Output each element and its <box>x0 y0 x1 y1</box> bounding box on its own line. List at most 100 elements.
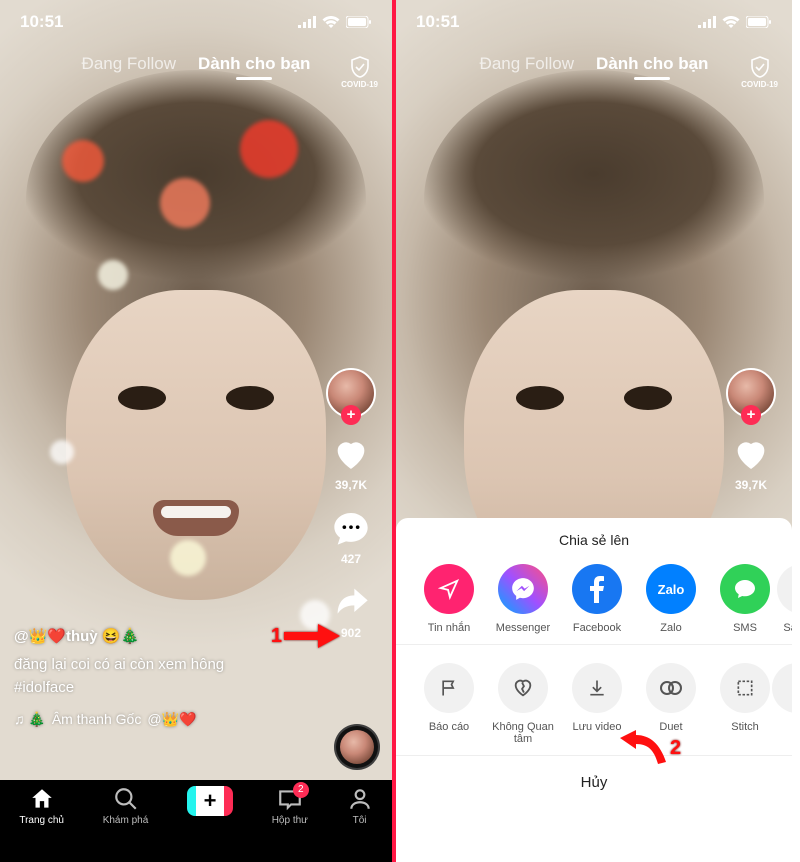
share-dm-label: Tin nhắn <box>428 622 470 634</box>
share-messenger[interactable]: Messenger <box>486 564 560 634</box>
nav-create[interactable]: + <box>187 786 233 816</box>
action-rail: + 39,7K 427 902 <box>320 368 382 640</box>
bottom-nav: Trang chủ Khám phá + 2 Hộp thư Tôi <box>0 780 392 862</box>
video-caption: @👑❤️thuỳ 😆🎄 đăng lại coi có ai còn xem h… <box>14 626 302 731</box>
battery-icon <box>746 16 772 28</box>
download-icon <box>587 678 607 698</box>
sound-author: @👑❤️ <box>147 709 196 730</box>
action-not-interested[interactable]: Không Quan tâm <box>486 663 560 745</box>
like-button[interactable]: 39,7K <box>331 434 371 492</box>
like-count: 39,7K <box>735 478 767 492</box>
cellular-icon <box>298 16 316 28</box>
action-stitch-label: Stitch <box>731 721 759 733</box>
shield-icon <box>750 56 770 78</box>
nav-home-label: Trang chủ <box>19 815 64 826</box>
heart-icon <box>731 434 771 474</box>
share-messenger-label: Messenger <box>496 622 550 634</box>
share-row-actions: Báo cáo Không Quan tâm Lưu video Duet St… <box>396 644 792 755</box>
feed-tabs: Đang Follow Dành cho bạn <box>396 54 792 74</box>
action-save-video-label: Lưu video <box>573 721 622 733</box>
status-indicators <box>298 16 372 28</box>
sound-row[interactable]: ♫ 🎄 Âm thanh Gốc @👑❤️ <box>14 709 302 730</box>
tab-following[interactable]: Đang Follow <box>480 54 575 74</box>
status-time: 10:51 <box>416 12 459 32</box>
inbox-badge: 2 <box>293 782 309 798</box>
covid-badge[interactable]: COVID-19 <box>341 56 378 89</box>
nav-inbox[interactable]: 2 Hộp thư <box>272 786 308 826</box>
screenshot-right: 10:51 Đang Follow Dành cho bạn COVID-19 … <box>396 0 792 862</box>
tab-following[interactable]: Đang Follow <box>82 54 177 74</box>
feed-tabs: Đang Follow Dành cho bạn <box>0 54 392 74</box>
comment-count: 427 <box>341 552 361 566</box>
action-rail: + 39,7K <box>720 368 782 492</box>
status-indicators <box>698 16 772 28</box>
share-zalo[interactable]: Zalo Zalo <box>634 564 708 634</box>
action-stitch[interactable]: Stitch <box>708 663 782 745</box>
heart-icon <box>331 434 371 474</box>
arrow-left-up-icon <box>620 730 668 766</box>
tab-for-you[interactable]: Dành cho bạn <box>596 54 708 74</box>
like-button[interactable]: 39,7K <box>731 434 771 492</box>
nav-inbox-label: Hộp thư <box>272 815 308 826</box>
creator-avatar[interactable]: + <box>726 368 776 418</box>
covid-label: COVID-19 <box>741 80 778 89</box>
flag-icon <box>439 678 459 698</box>
share-sheet-title: Chia sẻ lên <box>396 518 792 558</box>
share-copy[interactable]: Sao Liê <box>782 564 792 634</box>
shield-icon <box>350 56 370 78</box>
share-sheet: Chia sẻ lên Tin nhắn Messenger Facebook … <box>396 518 792 862</box>
send-icon <box>438 578 460 600</box>
share-dm[interactable]: Tin nhắn <box>412 564 486 634</box>
comment-button[interactable]: 427 <box>331 508 371 566</box>
sound-disc[interactable] <box>334 724 380 770</box>
search-icon <box>113 786 139 812</box>
share-copy-label: Sao Liê <box>783 622 792 634</box>
tab-for-you[interactable]: Dành cho bạn <box>198 54 310 74</box>
facebook-icon <box>589 575 605 603</box>
action-report-label: Báo cáo <box>429 721 469 733</box>
share-sms[interactable]: SMS <box>708 564 782 634</box>
action-not-interested-label: Không Quan tâm <box>486 721 560 745</box>
status-time: 10:51 <box>20 12 63 32</box>
action-more[interactable]: R <box>782 663 792 745</box>
comment-icon <box>331 508 371 548</box>
music-note-icon: ♫ 🎄 <box>14 709 46 730</box>
annotation-step-2: 2 <box>620 730 681 766</box>
share-icon <box>331 582 371 622</box>
stitch-icon <box>735 678 755 698</box>
share-facebook[interactable]: Facebook <box>560 564 634 634</box>
like-count: 39,7K <box>335 478 367 492</box>
username[interactable]: @👑❤️thuỳ 😆🎄 <box>14 626 302 649</box>
nav-home[interactable]: Trang chủ <box>19 786 64 826</box>
follow-plus-icon[interactable]: + <box>341 405 361 425</box>
heart-broken-icon <box>512 677 534 699</box>
sms-icon <box>733 577 757 601</box>
plus-icon: + <box>204 788 217 814</box>
caption-text: đăng lại coi có ai còn xem hông <box>14 654 302 677</box>
sound-name: Âm thanh Gốc <box>52 709 142 730</box>
share-count: 902 <box>341 626 361 640</box>
nav-me-label: Tôi <box>353 815 367 826</box>
share-row-apps: Tin nhắn Messenger Facebook Zalo Zalo SM… <box>396 558 792 644</box>
home-icon <box>29 786 55 812</box>
wifi-icon <box>722 16 740 28</box>
covid-badge[interactable]: COVID-19 <box>741 56 778 89</box>
action-report[interactable]: Báo cáo <box>412 663 486 745</box>
nav-me[interactable]: Tôi <box>347 786 373 826</box>
share-zalo-label: Zalo <box>660 622 681 634</box>
nav-discover[interactable]: Khám phá <box>103 786 149 826</box>
profile-icon <box>347 786 373 812</box>
creator-avatar[interactable]: + <box>326 368 376 418</box>
messenger-icon <box>510 576 536 602</box>
cellular-icon <box>698 16 716 28</box>
screenshot-left: 10:51 Đang Follow Dành cho bạn COVID-19 … <box>0 0 396 862</box>
caption-hashtag[interactable]: #idolface <box>14 677 302 700</box>
duet-icon <box>659 678 683 698</box>
wifi-icon <box>322 16 340 28</box>
covid-label: COVID-19 <box>341 80 378 89</box>
nav-discover-label: Khám phá <box>103 815 149 826</box>
cancel-button[interactable]: Hủy <box>396 755 792 815</box>
follow-plus-icon[interactable]: + <box>741 405 761 425</box>
status-bar: 10:51 <box>396 0 792 44</box>
battery-icon <box>346 16 372 28</box>
